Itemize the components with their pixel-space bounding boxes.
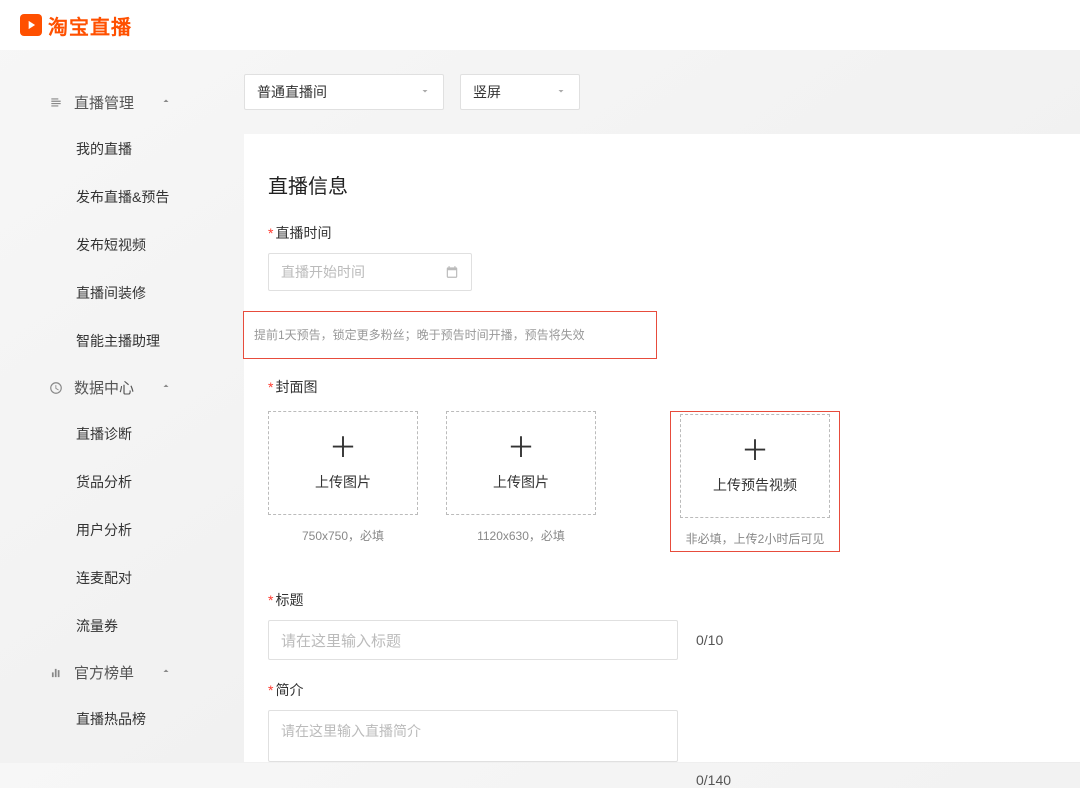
intro-textarea[interactable]: 请在这里输入直播简介 <box>268 710 678 762</box>
hint-text: 提前1天预告，锁定更多粉丝；晚于预告时间开播，预告将失效 <box>254 328 585 342</box>
plus-icon: ＋ <box>507 434 535 462</box>
input-placeholder: 请在这里输入直播简介 <box>281 723 421 739</box>
chevron-down-icon <box>555 84 567 100</box>
chevron-up-icon <box>160 94 172 111</box>
form-card: 直播信息 *直播时间 直播开始时间 提前1天预告，锁定更多粉丝；晚于预告时间开播… <box>244 134 1080 762</box>
sidebar-item-traffic-coupon[interactable]: 流量券 <box>0 602 220 650</box>
upload-cover-1120[interactable]: ＋ 上传图片 <box>446 411 596 515</box>
sidebar-item-live-diag[interactable]: 直播诊断 <box>0 410 220 458</box>
live-time-input[interactable]: 直播开始时间 <box>268 253 472 291</box>
sidebar-group-data-center[interactable]: 数据中心 <box>0 365 220 410</box>
orientation-select[interactable]: 竖屏 <box>460 74 580 110</box>
sidebar-item-product-analysis[interactable]: 货品分析 <box>0 458 220 506</box>
intro-label: *简介 <box>268 680 1056 700</box>
upload-hint: 非必填，上传2小时后可见 <box>680 530 830 547</box>
hint-highlight-box: 提前1天预告，锁定更多粉丝；晚于预告时间开播，预告将失效 <box>243 311 657 359</box>
sidebar-group-label: 直播管理 <box>74 92 134 113</box>
intro-counter: 0/140 <box>696 772 731 788</box>
sidebar-item-smart-assist[interactable]: 智能主播助理 <box>0 317 220 365</box>
clock-icon <box>48 380 64 396</box>
upload-label: 上传预告视频 <box>713 475 797 495</box>
room-type-select[interactable]: 普通直播间 <box>244 74 444 110</box>
sidebar-item-my-live[interactable]: 我的直播 <box>0 125 220 173</box>
upload-label: 上传图片 <box>315 472 371 492</box>
upload-label: 上传图片 <box>493 472 549 492</box>
title-counter: 0/10 <box>696 632 723 648</box>
sidebar-group-official-rank[interactable]: 官方榜单 <box>0 650 220 695</box>
sidebar: 直播管理 我的直播 发布直播&预告 发布短视频 直播间装修 智能主播助理 <box>0 50 220 763</box>
chevron-down-icon <box>419 84 431 100</box>
title-input[interactable]: 请在这里输入标题 <box>268 620 678 660</box>
chevron-up-icon <box>160 664 172 681</box>
upload-hint: 1120x630，必填 <box>477 527 565 544</box>
content-area: 普通直播间 竖屏 直播信息 *直播时间 直播开始时间 <box>220 50 1080 763</box>
select-value: 竖屏 <box>473 82 501 102</box>
upload-preview-video[interactable]: ＋ 上传预告视频 <box>680 414 830 518</box>
app-header: 淘宝直播 <box>0 0 1080 50</box>
sidebar-item-room-decor[interactable]: 直播间装修 <box>0 269 220 317</box>
chevron-up-icon <box>160 379 172 396</box>
section-title: 直播信息 <box>244 170 1080 223</box>
upload-hint: 750x750，必填 <box>302 527 384 544</box>
sidebar-item-mic-match[interactable]: 连麦配对 <box>0 554 220 602</box>
logo: 淘宝直播 <box>20 11 132 40</box>
upload-video-highlight: ＋ 上传预告视频 非必填，上传2小时后可见 <box>670 411 840 552</box>
sidebar-group-label: 官方榜单 <box>74 662 134 683</box>
upload-cover-750[interactable]: ＋ 上传图片 <box>268 411 418 515</box>
plus-icon: ＋ <box>329 434 357 462</box>
document-icon <box>48 95 64 111</box>
logo-icon <box>20 14 42 36</box>
chart-icon <box>48 665 64 681</box>
cover-label: *封面图 <box>268 377 1056 397</box>
title-label: *标题 <box>268 590 1056 610</box>
sidebar-group-label: 数据中心 <box>74 377 134 398</box>
live-time-label: *直播时间 <box>268 223 1056 243</box>
input-placeholder: 直播开始时间 <box>281 262 365 282</box>
sidebar-group-live-manage[interactable]: 直播管理 <box>0 80 220 125</box>
logo-text: 淘宝直播 <box>48 11 132 40</box>
sidebar-item-publish-video[interactable]: 发布短视频 <box>0 221 220 269</box>
input-placeholder: 请在这里输入标题 <box>281 630 401 651</box>
calendar-icon <box>445 265 459 279</box>
select-value: 普通直播间 <box>257 82 327 102</box>
sidebar-item-user-analysis[interactable]: 用户分析 <box>0 506 220 554</box>
sidebar-item-publish-live[interactable]: 发布直播&预告 <box>0 173 220 221</box>
sidebar-item-hot-rank[interactable]: 直播热品榜 <box>0 695 220 743</box>
plus-icon: ＋ <box>741 437 769 465</box>
